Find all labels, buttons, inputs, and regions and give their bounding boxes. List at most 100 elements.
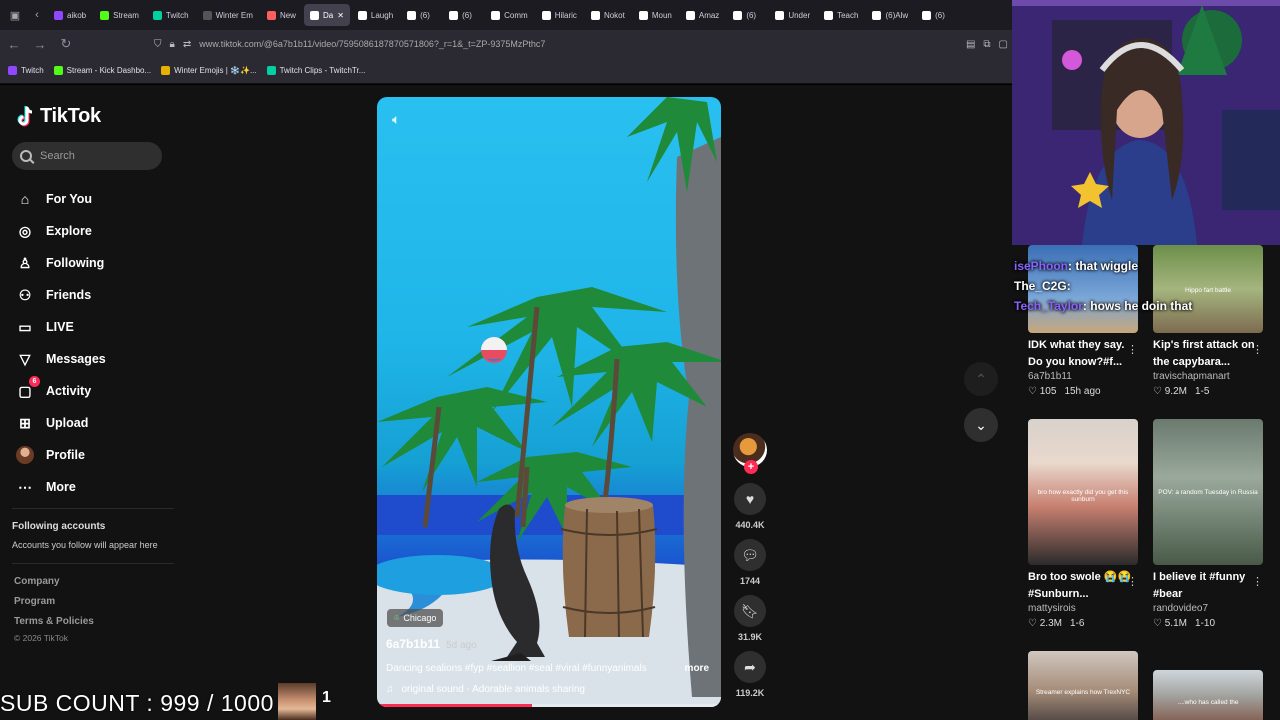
tab-favicon-icon [152,10,162,20]
sidebar-item-messages[interactable]: ▽ Messages [16,343,166,375]
related-video-card[interactable]: ....who has called the [1153,670,1263,720]
video-player[interactable]: 🔈︎ ⌾ Chicago 6a7b1b11 5d ago Dancing seal… [377,97,721,707]
screenshot-icon[interactable]: ⧉ [983,39,990,50]
browser-tab[interactable]: Moun [633,4,678,26]
tiktok-logo[interactable]: TikTok [16,105,101,128]
follow-plus-icon[interactable]: + [744,460,758,474]
related-video-card[interactable]: Streamer explains how TrexNYC [1028,651,1138,720]
sidebar-item-friends[interactable]: ⚇ Friends [16,279,166,311]
sidebar-item-label: LIVE [46,320,74,334]
search-icon[interactable] [20,150,32,162]
sidebar-item-label: Friends [46,288,92,302]
sidebar-item-for-you[interactable]: ⌂ For You [16,183,166,215]
video-thumbnail[interactable]: bro how exactly did you get this sunburn [1028,419,1138,565]
kebab-menu-icon[interactable]: ⋮ [1127,575,1138,588]
browser-tab[interactable]: aikob [48,4,92,26]
browser-tab[interactable]: New [261,4,302,26]
share-button[interactable]: ➦ [734,651,766,683]
video-progress-bar[interactable] [377,704,721,707]
video-thumbnail[interactable]: POV: a random Tuesday in Russia [1153,419,1263,565]
location-chip[interactable]: ⌾ Chicago [387,609,444,627]
permissions-icon[interactable]: ⇄ [183,39,191,50]
card-title[interactable]: Kip's first attack on the capybara... [1153,337,1257,371]
forward-icon[interactable]: → [28,32,52,56]
bookmark-item[interactable]: Twitch [8,66,44,75]
search-box[interactable] [12,142,162,170]
bookmark-item[interactable]: Twitch Clips - TwitchTr... [266,66,365,75]
browser-tab[interactable]: Teach [818,4,864,26]
card-username[interactable]: travischapmanart [1153,371,1263,386]
sidebar-item-following[interactable]: ♙ Following [16,247,166,279]
footer-link-program[interactable]: Program [14,596,94,616]
sidebar-item-more[interactable]: ⋯ More [16,471,166,503]
sound-title[interactable]: original sound - Adorable animals sharin… [402,684,585,695]
comment-button[interactable]: 💬︎ [734,539,766,571]
browser-tab[interactable]: (6) [916,4,956,26]
card-username[interactable]: 6a7b1b11 [1028,371,1138,386]
footer-link-company[interactable]: Company [14,576,94,596]
card-title[interactable]: I believe it #funny #bear [1153,569,1257,603]
next-video-button[interactable]: ⌄ [964,408,998,442]
card-when: 15h ago [1064,386,1101,397]
card-username[interactable]: mattysirois [1028,603,1138,618]
card-title[interactable]: Bro too swole 😭😭 #Sunburn... [1028,569,1132,603]
browser-tab[interactable]: (6) [401,4,441,26]
lock-icon[interactable]: 🔒︎ [170,39,175,50]
reader-view-icon[interactable]: ▤ [966,39,975,50]
browser-tab[interactable]: Laugh [352,4,399,26]
creator-avatar[interactable]: + [733,433,767,474]
video-thumbnail[interactable]: Streamer explains how TrexNYC [1028,651,1138,720]
kebab-menu-icon[interactable]: ⋮ [1127,343,1138,356]
related-video-card[interactable]: bro how exactly did you get this sunburn… [1028,419,1138,633]
bookmark-item[interactable]: Stream - Kick Dashbo... [53,66,151,75]
url-field[interactable]: ⛉ 🔒︎ ⇄ www.tiktok.com/@6a7b1b11/video/75… [154,33,954,55]
card-username[interactable]: randovideo7 [1153,603,1263,618]
kebab-menu-icon[interactable]: ⋮ [1252,575,1263,588]
author-handle[interactable]: 6a7b1b11 [386,637,440,651]
search-input[interactable] [40,150,150,162]
video-author[interactable]: 6a7b1b11 5d ago [386,637,477,651]
sidebar-item-activity[interactable]: ▢ 6 Activity [16,375,166,407]
tab-scroll-left-icon[interactable]: ‹ [26,4,48,26]
sidebar-item-upload[interactable]: ⊞ Upload [16,407,166,439]
friends-icon: ⚇ [18,286,32,303]
sidebar-item-profile[interactable]: Profile [16,439,166,471]
browser-tab[interactable]: Da ✕ [303,4,350,26]
previous-video-button[interactable]: ⌃ [964,362,998,396]
sidebar-item-live[interactable]: ▭ LIVE [16,311,166,343]
tab-list-icon[interactable]: ▣ [4,4,26,26]
sidebar-item-label: Messages [46,352,106,366]
like-button[interactable]: ♥ [734,483,766,515]
browser-tab[interactable]: Comm [485,4,534,26]
chat-text: : that wiggle [1068,259,1139,273]
shield-icon[interactable]: ⛉ [154,39,162,50]
browser-tab[interactable]: (6) [727,4,767,26]
bookmark-label: Winter Emojis | ❄️✨... [174,66,257,75]
tab-close-icon[interactable]: ✕ [337,11,344,20]
browser-tab[interactable]: (6) [443,4,483,26]
video-thumbnail[interactable]: ....who has called the [1153,670,1263,720]
browser-tab[interactable]: Hilaric [536,4,583,26]
browser-tab[interactable]: Nokot [585,4,631,26]
url-text[interactable]: www.tiktok.com/@6a7b1b11/video/759508618… [199,39,545,49]
browser-tab[interactable]: Twitch [147,4,195,26]
browser-tab[interactable]: Stream [94,4,145,26]
pocket-icon[interactable]: ▢ [999,39,1008,50]
sidebar-item-explore[interactable]: ◎ Explore [16,215,166,247]
save-button[interactable]: 🔖︎ [734,595,766,627]
video-caption[interactable]: Dancing sealions #fyp #seallion #seal #v… [386,663,647,674]
kebab-menu-icon[interactable]: ⋮ [1252,343,1263,356]
card-title[interactable]: IDK what they say. Do you know?#f... [1028,337,1132,371]
browser-tab[interactable]: Amaz [680,4,725,26]
bookmark-item[interactable]: Winter Emojis | ❄️✨... [161,66,257,75]
reload-icon[interactable]: ↻ [54,32,78,56]
browser-tab[interactable]: (6)Alw [866,4,914,26]
browser-tab[interactable]: Under [769,4,816,26]
caption-more-button[interactable]: more [685,663,709,674]
related-video-card[interactable]: POV: a random Tuesday in Russia I believe… [1153,419,1263,633]
browser-tab[interactable]: Winter Em [197,4,259,26]
volume-icon[interactable]: 🔈︎ [392,111,400,128]
sound-link[interactable]: ♫ original sound - Adorable animals shar… [386,684,585,695]
back-icon[interactable]: ← [2,32,26,56]
tab-label: (6) [935,10,945,20]
